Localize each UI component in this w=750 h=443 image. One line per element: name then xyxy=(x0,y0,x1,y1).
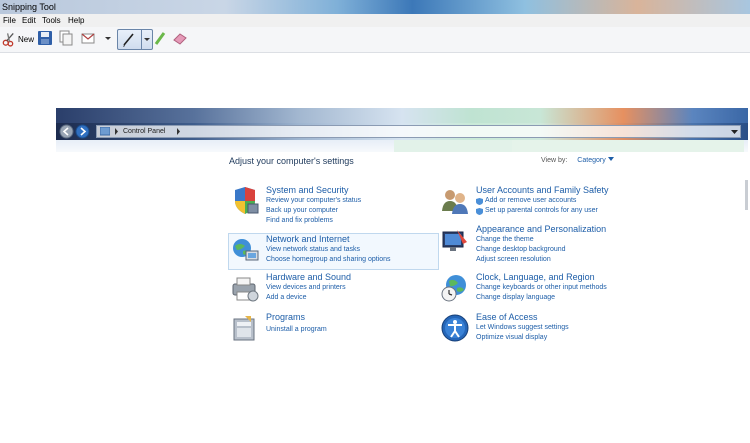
category-link[interactable]: Change display language xyxy=(476,294,555,301)
subheader-tint xyxy=(394,140,514,152)
category-title[interactable]: Clock, Language, and Region xyxy=(476,272,595,282)
category-link[interactable]: Back up your computer xyxy=(266,207,338,214)
scrollbar-thumb[interactable] xyxy=(745,180,748,210)
window-title: Snipping Tool xyxy=(2,2,56,12)
category-link[interactable]: Find and fix problems xyxy=(266,217,333,224)
category-link[interactable]: Adjust screen resolution xyxy=(476,256,551,263)
category-programs[interactable]: Programs Uninstall a program xyxy=(229,312,439,348)
users-icon xyxy=(442,190,468,214)
category-link[interactable]: Review your computer's status xyxy=(266,197,361,204)
category-hardware-sound[interactable]: Hardware and Sound View devices and prin… xyxy=(229,272,439,308)
display-icon xyxy=(442,230,467,251)
scissors-icon xyxy=(2,32,14,47)
category-link[interactable]: Add or remove user accounts xyxy=(485,197,576,204)
network-globe-icon xyxy=(233,239,259,261)
category-link[interactable]: View network status and tasks xyxy=(266,246,360,253)
category-clock-language[interactable]: Clock, Language, and Region Change keybo… xyxy=(439,272,649,308)
uac-shield-icon xyxy=(476,208,483,215)
breadcrumb[interactable]: Control Panel xyxy=(123,126,165,137)
category-link[interactable]: Let Windows suggest settings xyxy=(476,324,569,331)
breadcrumb-chevron-icon xyxy=(177,128,180,135)
toolbar: New xyxy=(0,27,750,53)
menu-bar: File Edit Tools Help xyxy=(0,14,750,27)
save-icon xyxy=(38,31,52,45)
back-button-icon[interactable] xyxy=(59,124,74,139)
chevron-down-icon xyxy=(607,157,614,161)
category-link[interactable]: Change keyboards or other input methods xyxy=(476,284,607,291)
window-subheader xyxy=(56,140,748,152)
address-field[interactable]: Control Panel xyxy=(96,125,741,138)
subheader-tint-right xyxy=(512,140,744,152)
forward-button-icon[interactable] xyxy=(75,124,90,139)
category-link[interactable]: View devices and printers xyxy=(266,284,346,291)
category-link[interactable]: Set up parental controls for any user xyxy=(485,207,598,214)
category-title[interactable]: Programs xyxy=(266,312,305,322)
category-title[interactable]: System and Security xyxy=(266,185,349,195)
category-title[interactable]: Ease of Access xyxy=(476,312,538,322)
address-bar: Control Panel xyxy=(56,123,748,140)
menu-file[interactable]: File xyxy=(3,14,16,27)
chevron-down-icon xyxy=(105,37,111,40)
category-title[interactable]: Network and Internet xyxy=(266,234,350,244)
view-by: View by: Category xyxy=(541,157,614,164)
category-network-internet[interactable]: Network and Internet View network status… xyxy=(228,233,439,270)
breadcrumb-chevron-icon xyxy=(115,128,118,135)
control-panel-icon xyxy=(100,127,110,136)
category-title[interactable]: Appearance and Personalization xyxy=(476,224,606,234)
send-mail-icon xyxy=(81,33,95,44)
category-link[interactable]: Add a device xyxy=(266,294,306,301)
window-header-strip xyxy=(56,108,748,123)
category-ease-of-access[interactable]: Ease of Access Let Windows suggest setti… xyxy=(439,312,649,348)
programs-icon xyxy=(233,316,255,341)
clock-globe-icon xyxy=(441,275,466,302)
category-user-accounts[interactable]: User Accounts and Family Safety Add or r… xyxy=(439,185,649,221)
eraser-button[interactable] xyxy=(172,30,188,48)
highlighter-button[interactable] xyxy=(153,30,167,48)
title-bar: Snipping Tool xyxy=(0,0,750,14)
captured-snip: Control Panel Adjust your computer's set… xyxy=(56,108,748,443)
menu-tools[interactable]: Tools xyxy=(42,14,61,27)
menu-help[interactable]: Help xyxy=(68,14,84,27)
menu-edit[interactable]: Edit xyxy=(22,14,36,27)
printer-icon xyxy=(232,277,259,302)
view-by-value[interactable]: Category xyxy=(577,157,605,164)
shield-pc-icon xyxy=(235,187,259,214)
view-by-label: View by: xyxy=(541,157,568,164)
category-link[interactable]: Choose homegroup and sharing options xyxy=(266,256,391,263)
pen-icon xyxy=(123,33,134,47)
page-heading: Adjust your computer's settings xyxy=(229,156,354,166)
category-link[interactable]: Change the theme xyxy=(476,236,534,243)
category-link[interactable]: Uninstall a program xyxy=(266,326,327,333)
new-snip-button[interactable]: New xyxy=(2,30,34,48)
highlighter-icon xyxy=(154,32,166,45)
send-snip-button[interactable] xyxy=(80,30,96,48)
eraser-icon xyxy=(173,33,187,45)
category-link[interactable]: Optimize visual display xyxy=(476,334,547,341)
category-link[interactable]: Change desktop background xyxy=(476,246,566,253)
pen-dropdown-chevron-icon[interactable] xyxy=(142,30,152,49)
uac-shield-icon xyxy=(476,198,483,205)
ease-of-access-icon xyxy=(441,314,469,342)
new-label: New xyxy=(17,34,34,44)
save-button[interactable] xyxy=(37,30,53,48)
pen-tool-button[interactable] xyxy=(117,29,153,50)
category-title[interactable]: Hardware and Sound xyxy=(266,272,351,282)
send-dropdown-button[interactable] xyxy=(103,30,113,48)
category-appearance[interactable]: Appearance and Personalization Change th… xyxy=(439,224,649,263)
copy-button[interactable] xyxy=(58,30,74,48)
address-dropdown-icon[interactable] xyxy=(731,128,738,135)
category-system-security[interactable]: System and Security Review your computer… xyxy=(229,185,439,224)
view-by-select[interactable]: Category xyxy=(577,157,614,164)
copy-icon xyxy=(59,30,73,46)
category-title[interactable]: User Accounts and Family Safety xyxy=(476,185,609,195)
